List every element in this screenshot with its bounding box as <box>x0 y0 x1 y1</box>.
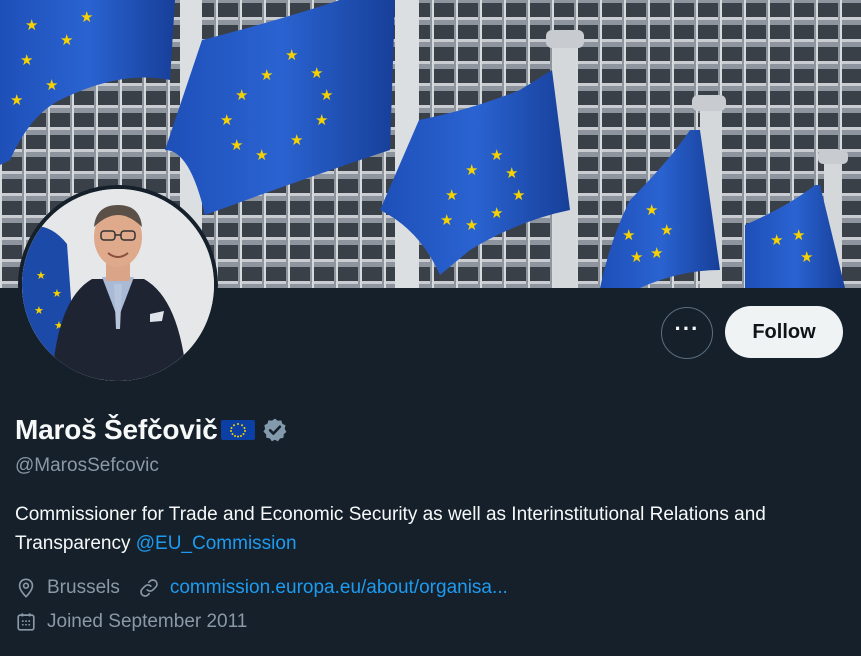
svg-text:★: ★ <box>660 221 673 239</box>
svg-text:★: ★ <box>25 16 38 34</box>
svg-text:★: ★ <box>440 211 453 229</box>
bio-mention-link[interactable]: @EU_Commission <box>136 533 297 554</box>
bio-text: Commissioner for Trade and Economic Secu… <box>15 504 766 554</box>
svg-text:★: ★ <box>770 231 783 249</box>
joined-date: Joined September 2011 <box>47 611 248 632</box>
profile-bio: Commissioner for Trade and Economic Secu… <box>15 500 845 558</box>
svg-text:★: ★ <box>490 204 503 222</box>
svg-text:★: ★ <box>445 186 458 204</box>
svg-text:★: ★ <box>285 46 298 64</box>
svg-text:★: ★ <box>505 164 518 182</box>
svg-text:★: ★ <box>290 131 303 149</box>
svg-text:★: ★ <box>792 226 805 244</box>
svg-text:★: ★ <box>10 91 23 109</box>
svg-text:★: ★ <box>60 31 73 49</box>
avatar-photo: ★★★★ <box>22 189 214 381</box>
svg-text:★: ★ <box>34 304 44 317</box>
svg-text:★: ★ <box>650 244 663 262</box>
svg-text:★: ★ <box>645 201 658 219</box>
calendar-icon <box>17 613 35 631</box>
svg-text:★: ★ <box>310 64 323 82</box>
follow-button[interactable]: Follow <box>725 306 843 358</box>
website-link[interactable]: commission.europa.eu/about/organisa... <box>170 577 508 599</box>
display-name: Maroš Šefčovič <box>15 414 218 445</box>
svg-text:★: ★ <box>622 226 635 244</box>
svg-text:★: ★ <box>220 111 233 129</box>
user-handle: @MarosSefcovic <box>15 455 159 476</box>
svg-text:★: ★ <box>255 146 268 164</box>
svg-text:★: ★ <box>235 86 248 104</box>
link-icon <box>140 579 158 597</box>
svg-text:★: ★ <box>465 161 478 179</box>
svg-text:★: ★ <box>315 111 328 129</box>
svg-text:★: ★ <box>800 248 813 266</box>
profile-meta-row: Brussels commission.europa.eu/about/orga… <box>15 577 508 599</box>
svg-text:★: ★ <box>630 248 643 266</box>
svg-text:★: ★ <box>36 269 46 282</box>
more-options-button[interactable]: ··· <box>661 307 713 359</box>
svg-text:★: ★ <box>45 76 58 94</box>
svg-text:★: ★ <box>512 186 525 204</box>
svg-text:★: ★ <box>20 51 33 69</box>
svg-text:★: ★ <box>260 66 273 84</box>
eu-flag-icon <box>220 420 255 440</box>
svg-text:★: ★ <box>230 136 243 154</box>
avatar[interactable]: ★ ★ ★ ★ <box>18 185 218 385</box>
svg-text:★: ★ <box>52 287 62 300</box>
profile-name-row: Maroš Šefčovič <box>15 412 288 448</box>
verified-badge-icon[interactable] <box>262 417 288 443</box>
location-text: Brussels <box>47 577 120 598</box>
svg-text:★: ★ <box>80 8 93 26</box>
svg-text:★: ★ <box>465 216 478 234</box>
svg-text:★: ★ <box>320 86 333 104</box>
joined-row: Joined September 2011 <box>15 611 247 633</box>
more-icon: ··· <box>674 316 700 341</box>
svg-text:★: ★ <box>490 146 503 164</box>
location-pin-icon <box>18 578 34 598</box>
